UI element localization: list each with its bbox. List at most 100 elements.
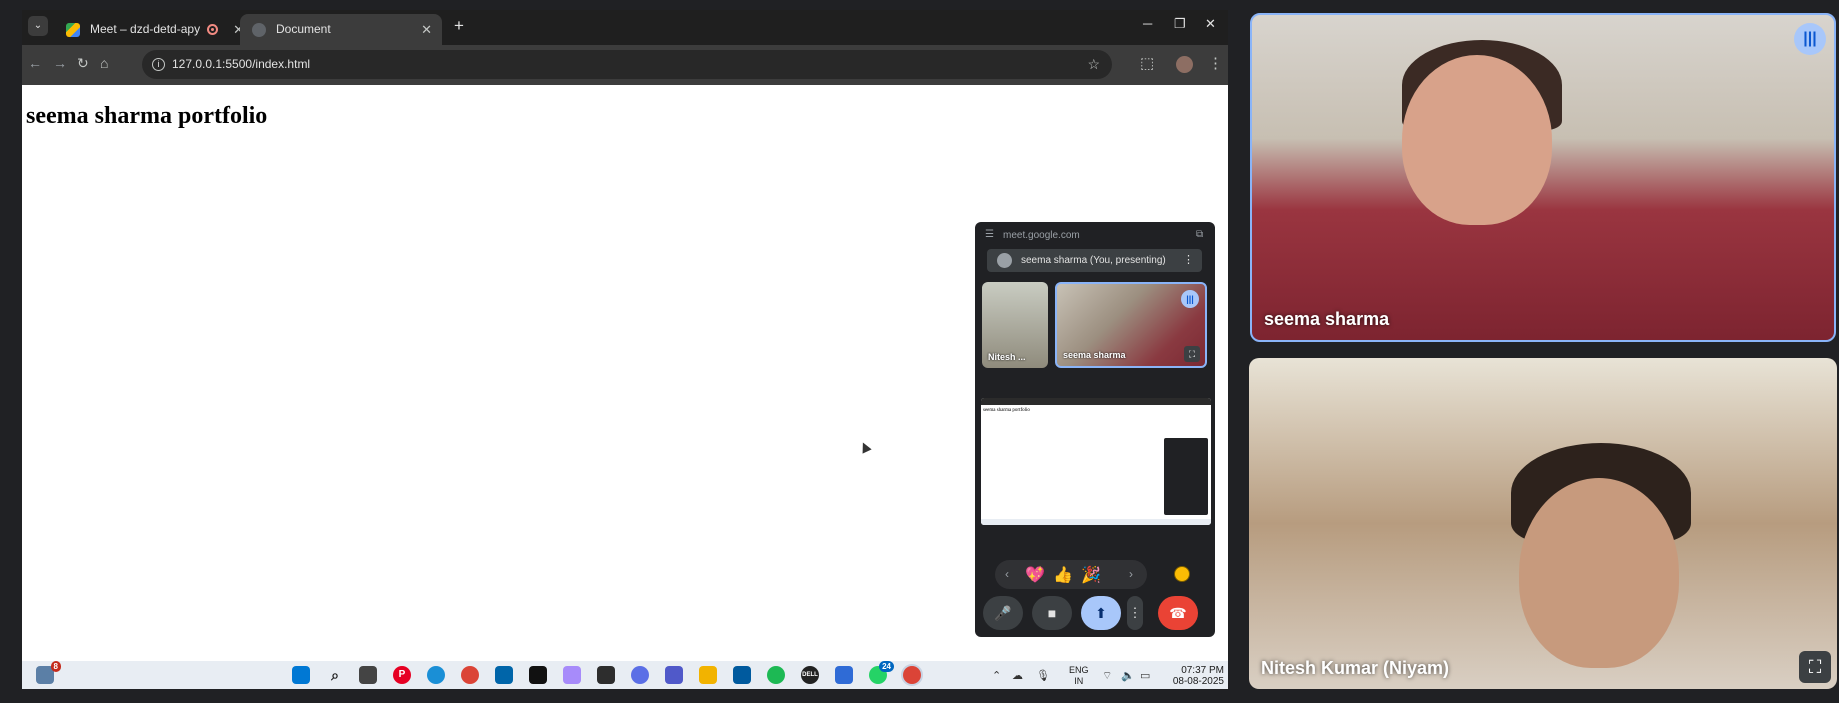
gallery-icon[interactable] xyxy=(597,666,615,684)
file-explorer-icon[interactable] xyxy=(699,666,717,684)
speaking-indicator-icon: ||| xyxy=(1181,290,1199,308)
thumbs-up-reaction[interactable]: 👍 xyxy=(1053,565,1073,585)
participant-name: seema sharma xyxy=(1264,309,1390,329)
tab-search-chevron-icon[interactable]: ⌄ xyxy=(28,16,48,36)
more-options-icon[interactable]: ⋮ xyxy=(1183,249,1194,272)
back-arrow-icon[interactable]: ← xyxy=(28,55,42,71)
site-info-icon[interactable]: i xyxy=(152,58,165,71)
spotify-icon[interactable] xyxy=(767,666,785,684)
windows-start-icon[interactable] xyxy=(292,666,310,684)
crop-icon[interactable]: ⛶ xyxy=(1799,651,1831,683)
language-indicator[interactable]: ENG IN xyxy=(1069,665,1089,687)
raise-hand-icon[interactable] xyxy=(1174,566,1190,582)
party-reaction[interactable]: 🎉 xyxy=(1081,565,1101,585)
minimize-icon[interactable]: ─ xyxy=(1143,16,1152,31)
video-tile-seema[interactable]: ||| seema sharma xyxy=(1250,13,1836,342)
terminal-icon[interactable] xyxy=(529,666,547,684)
restore-icon[interactable]: ❐ xyxy=(1174,16,1186,32)
globe-favicon-icon xyxy=(252,23,266,37)
more-button[interactable]: ⋮ xyxy=(1127,596,1143,630)
speaking-indicator-icon: ||| xyxy=(1794,23,1826,55)
close-window-icon[interactable]: ✕ xyxy=(1205,16,1216,32)
present-icon: ⬆ xyxy=(1095,605,1107,621)
pip-origin: meet.google.com xyxy=(1003,230,1080,241)
chrome-icon[interactable] xyxy=(461,666,479,684)
preview-pip xyxy=(1164,438,1208,515)
pinterest-icon[interactable]: P xyxy=(393,666,411,684)
notepad-icon[interactable] xyxy=(835,666,853,684)
preview-heading: seema sharma portfolio xyxy=(983,408,1030,413)
participant-tile-seema[interactable]: ||| seema sharma ⛶ xyxy=(1055,282,1207,368)
store-icon[interactable] xyxy=(733,666,751,684)
preview-taskbar xyxy=(981,519,1211,525)
vscode-icon[interactable] xyxy=(495,666,513,684)
mic-button[interactable]: 🎤 xyxy=(983,596,1023,630)
profile-avatar[interactable] xyxy=(1176,56,1193,73)
forward-arrow-icon[interactable]: → xyxy=(53,55,67,71)
more-icon: ⋮ xyxy=(1128,605,1142,620)
back-to-tab-icon[interactable]: ⧉ xyxy=(1196,229,1206,240)
search-icon[interactable]: ⌕ xyxy=(326,666,344,684)
language-text: ENG xyxy=(1069,665,1089,675)
meet-favicon-icon xyxy=(66,23,80,37)
chevron-right-icon[interactable]: › xyxy=(1129,567,1133,581)
shared-screen-preview: seema sharma portfolio xyxy=(981,398,1211,525)
notification-badge: 8 xyxy=(50,661,61,672)
meet-pip-window[interactable]: ☰ meet.google.com ⧉ seema sharma (You, p… xyxy=(975,222,1215,637)
task-view-icon[interactable] xyxy=(359,666,377,684)
mic-tray-icon[interactable]: 🎙 xyxy=(1036,669,1050,682)
app-icon[interactable] xyxy=(563,666,581,684)
weather-widget-icon[interactable]: 8 xyxy=(36,661,61,684)
camera-icon: ■ xyxy=(1047,605,1057,621)
settings-sliders-icon[interactable]: ☰ xyxy=(985,229,995,240)
chevron-left-icon[interactable]: ‹ xyxy=(1005,567,1009,581)
browser-menu-icon[interactable]: ⋮ xyxy=(1208,54,1223,72)
crop-icon[interactable]: ⛶ xyxy=(1184,346,1200,362)
region-text: IN xyxy=(1074,676,1084,686)
copilot-icon[interactable] xyxy=(631,666,649,684)
bookmark-star-icon[interactable]: ☆ xyxy=(1087,50,1100,79)
participant-name: seema sharma xyxy=(1063,350,1126,360)
close-tab-icon[interactable]: ✕ xyxy=(421,14,432,45)
new-tab-plus-icon[interactable]: + xyxy=(454,16,464,36)
mic-icon: 🎤 xyxy=(994,605,1012,621)
present-button[interactable]: ⬆ xyxy=(1081,596,1121,630)
browser-toolbar: ← → ↻ ⌂ i 127.0.0.1:5500/index.html ☆ ⬚ … xyxy=(22,45,1228,85)
recording-indicator-icon xyxy=(207,24,218,35)
participant-name: Nitesh Kumar (Niyam) xyxy=(1261,658,1450,678)
clock[interactable]: 07:37 PM 08-08-2025 xyxy=(1170,665,1224,687)
taskbar: 8 ⌕ P DELL 24 ⌃ ☁ 🎙 ENG IN ⌔ 🔈 ▭ 07:37 PM… xyxy=(22,661,1228,689)
battery-icon[interactable]: ▭ xyxy=(1140,669,1150,682)
tab-meet-title: Meet – dzd-detd-apy xyxy=(90,22,201,36)
tab-document[interactable]: Document ✕ xyxy=(240,14,442,45)
reload-icon[interactable]: ↻ xyxy=(77,55,89,72)
url-text: 127.0.0.1:5500/index.html xyxy=(172,57,311,71)
avatar xyxy=(997,253,1012,268)
participant-name: Nitesh ... xyxy=(988,352,1026,362)
teams-icon[interactable] xyxy=(665,666,683,684)
clock-time: 07:37 PM xyxy=(1181,665,1224,676)
presenter-label: seema sharma (You, presenting) xyxy=(1021,255,1166,266)
end-call-icon: ☎ xyxy=(1169,605,1187,621)
tab-meet[interactable]: Meet – dzd-detd-apy ✕ xyxy=(54,14,254,45)
home-icon[interactable]: ⌂ xyxy=(100,55,108,71)
whatsapp-icon[interactable]: 24 xyxy=(869,661,894,684)
dell-icon[interactable]: DELL xyxy=(801,666,819,684)
onedrive-icon[interactable]: ☁ xyxy=(1012,669,1023,682)
tray-chevron-icon[interactable]: ⌃ xyxy=(992,669,1001,682)
video-tile-nitesh[interactable]: Nitesh Kumar (Niyam) ⛶ xyxy=(1249,358,1837,689)
chrome-active-icon[interactable] xyxy=(903,666,921,684)
address-bar[interactable]: i 127.0.0.1:5500/index.html ☆ xyxy=(142,50,1112,79)
edge-icon[interactable] xyxy=(427,666,445,684)
whatsapp-badge: 24 xyxy=(879,661,894,672)
participant-face xyxy=(1519,478,1679,668)
end-call-button[interactable]: ☎ xyxy=(1158,596,1198,630)
wifi-icon[interactable]: ⌔ xyxy=(1102,669,1112,683)
mouse-cursor-icon xyxy=(858,440,872,454)
volume-icon[interactable]: 🔈 xyxy=(1121,669,1135,682)
extensions-icon[interactable]: ⬚ xyxy=(1140,54,1154,72)
heart-reaction[interactable]: 💖 xyxy=(1025,565,1045,585)
camera-button[interactable]: ■ xyxy=(1032,596,1072,630)
participant-face xyxy=(1402,55,1552,225)
participant-tile-nitesh[interactable]: Nitesh ... xyxy=(982,282,1048,368)
